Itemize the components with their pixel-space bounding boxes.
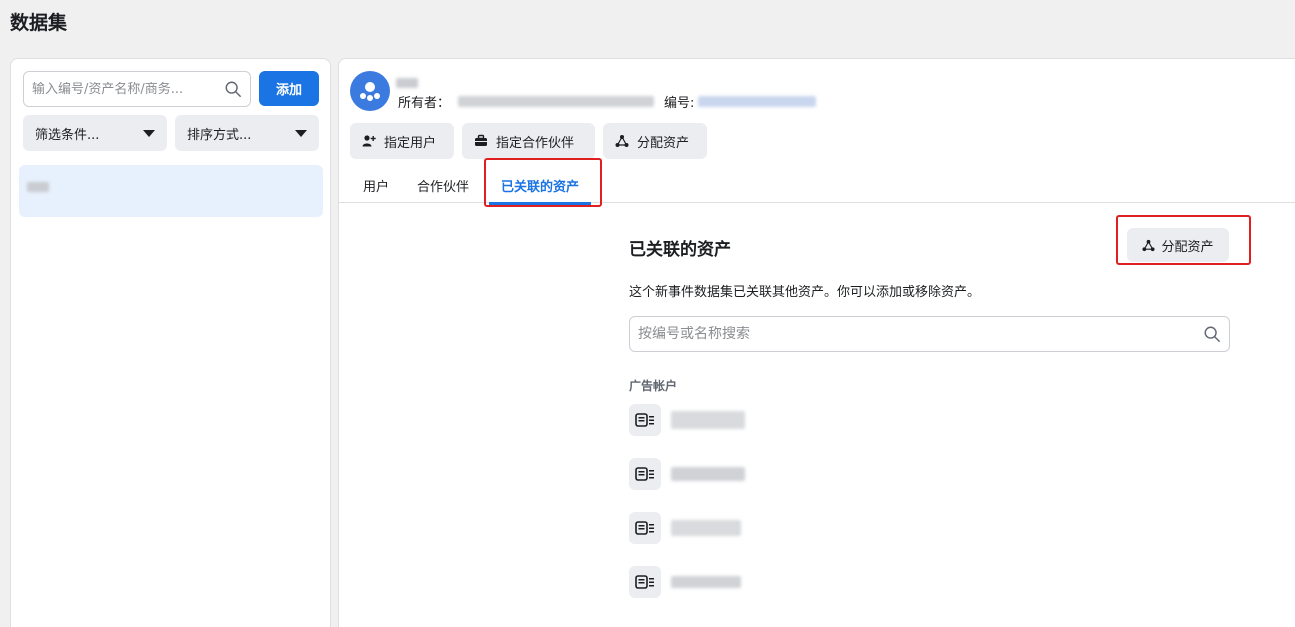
linked-assign-assets-label: 分配资产 [1161, 239, 1214, 255]
asset-search-box[interactable] [629, 316, 1230, 352]
dataset-list-item-selected[interactable] [19, 165, 323, 217]
dataset-search-input[interactable] [32, 81, 224, 97]
add-person-icon [362, 135, 376, 147]
asset-search-input[interactable] [638, 326, 1203, 342]
page-title: 数据集 [10, 12, 68, 34]
ad-account-icon [629, 458, 661, 490]
assign-partner-button[interactable]: 指定合作伙伴 [462, 123, 595, 159]
asset-row[interactable] [629, 457, 745, 491]
caret-down-icon [295, 129, 307, 137]
dataset-search-box[interactable] [23, 71, 251, 107]
assign-user-label: 指定用户 [384, 135, 437, 151]
assign-user-button[interactable]: 指定用户 [350, 123, 454, 159]
id-label: 编号: [664, 96, 695, 111]
sort-dropdown-label: 排序方式... [187, 127, 252, 143]
dataset-icon [360, 82, 380, 101]
linked-assets-title: 已关联的资产 [629, 240, 731, 260]
share-nodes-icon [615, 135, 629, 147]
redacted-name [396, 78, 418, 88]
share-nodes-icon [1142, 239, 1156, 251]
dataset-list-panel: 添加 筛选条件... 排序方式... [10, 58, 331, 627]
redacted-asset-name [671, 411, 745, 429]
linked-assign-assets-button[interactable]: 分配资产 [1127, 228, 1229, 262]
redacted-dataset-name [27, 182, 49, 192]
linked-assets-description: 这个新事件数据集已关联其他资产。你可以添加或移除资产。 [629, 285, 981, 300]
dataset-name [396, 73, 418, 92]
ad-account-icon [629, 566, 661, 598]
ad-account-icon [629, 512, 661, 544]
filter-dropdown[interactable]: 筛选条件... [23, 115, 167, 151]
tab-partners[interactable]: 合作伙伴 [414, 167, 472, 203]
briefcase-icon [475, 134, 487, 146]
dataset-avatar [350, 71, 390, 111]
assign-assets-button[interactable]: 分配资产 [603, 123, 707, 159]
asset-row[interactable] [629, 565, 741, 599]
ad-account-icon [629, 404, 661, 436]
redacted-id [698, 96, 817, 107]
filter-dropdown-label: 筛选条件... [35, 127, 100, 143]
search-icon[interactable] [224, 80, 242, 98]
tab-linked-assets[interactable]: 已关联的资产 [489, 167, 591, 205]
redacted-asset-name [671, 467, 745, 481]
ad-accounts-group-label: 广告帐户 [629, 379, 678, 393]
redacted-asset-name [671, 520, 741, 536]
tab-users[interactable]: 用户 [361, 167, 391, 203]
add-dataset-button[interactable]: 添加 [259, 71, 319, 106]
detail-tabs: 用户 合作伙伴 已关联的资产 [339, 167, 1295, 205]
asset-row[interactable] [629, 511, 741, 545]
caret-down-icon [143, 129, 155, 137]
owner-line: 所有者： 编号: [398, 92, 817, 111]
asset-row[interactable] [629, 403, 745, 437]
owner-label: 所有者： [398, 96, 451, 111]
search-icon[interactable] [1203, 325, 1221, 343]
assign-partner-label: 指定合作伙伴 [496, 135, 575, 151]
dataset-detail-panel: 所有者： 编号: 指定用户 指定合作伙伴 分配资产 用户 合作伙伴 已关联的资产… [338, 58, 1295, 627]
redacted-owner [458, 96, 655, 107]
sort-dropdown[interactable]: 排序方式... [175, 115, 319, 151]
assign-assets-label: 分配资产 [637, 135, 690, 151]
redacted-asset-name [671, 576, 741, 588]
